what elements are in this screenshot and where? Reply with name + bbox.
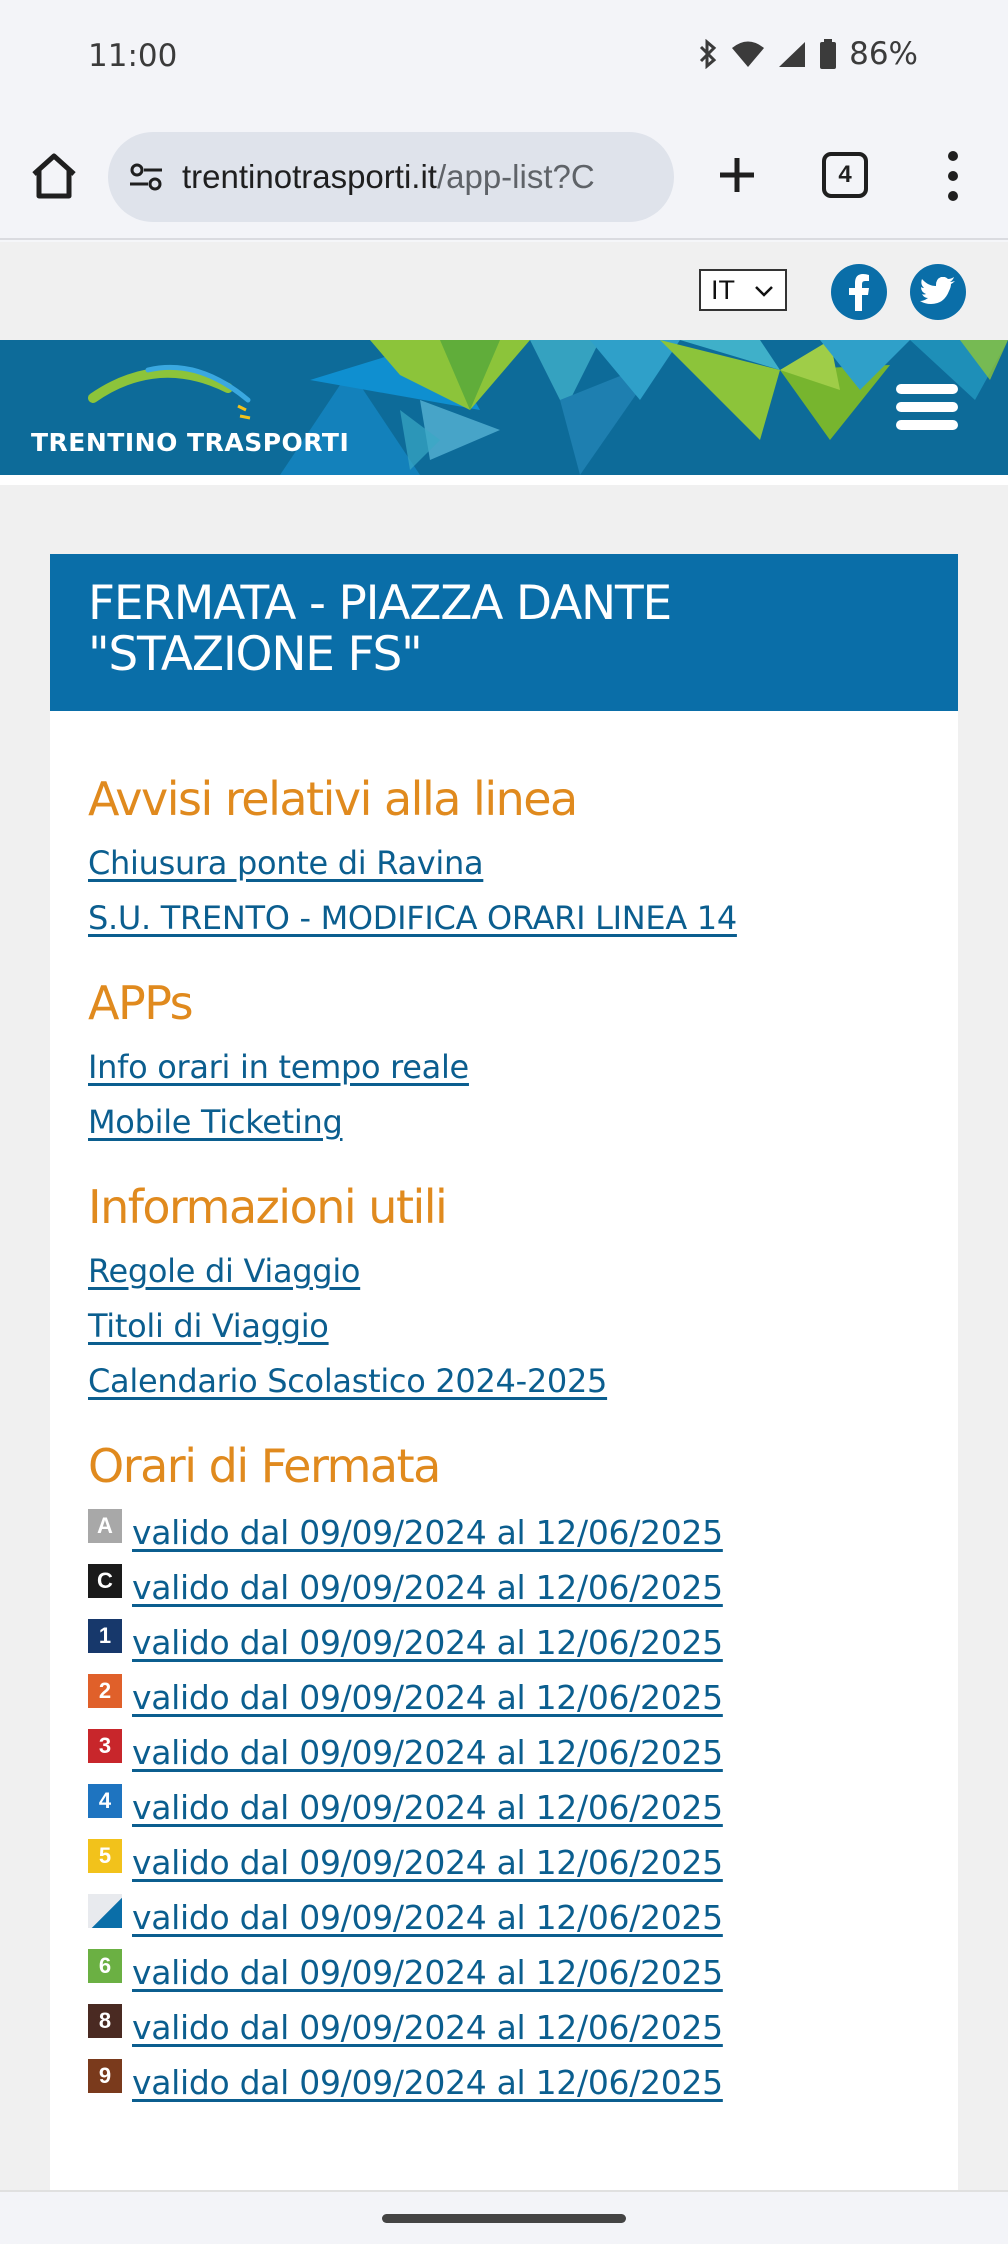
chevron-down-icon xyxy=(755,286,773,297)
link-chiusura-ponte[interactable]: Chiusura ponte di Ravina xyxy=(88,836,958,891)
banner-divider xyxy=(0,475,1008,485)
stop-card-header: FERMATA - PIAZZA DANTE "STAZIONE FS" xyxy=(50,554,958,711)
line-badge: 8 xyxy=(88,2003,122,2038)
schedule-link[interactable]: valido dal 09/09/2024 al 12/06/2025 xyxy=(132,2000,723,2055)
link-modifica-orari[interactable]: S.U. TRENTO - MODIFICA ORARI LINEA 14 xyxy=(88,891,958,946)
line-badge: 5 xyxy=(88,1838,122,1873)
language-value: IT xyxy=(711,274,735,305)
hamburger-menu-icon[interactable] xyxy=(896,384,958,434)
site-settings-icon[interactable] xyxy=(126,157,166,197)
section-heading-apps: APPs xyxy=(88,976,194,1030)
new-tab-icon[interactable] xyxy=(710,148,764,202)
line-badge: 6 xyxy=(88,1948,122,1983)
link-regole-viaggio[interactable]: Regole di Viaggio xyxy=(88,1244,958,1299)
schedule-link[interactable]: valido dal 09/09/2024 al 12/06/2025 xyxy=(132,1780,723,1835)
site-header-banner: TRENTINO TRASPORTI xyxy=(0,340,1008,475)
stop-card: FERMATA - PIAZZA DANTE "STAZIONE FS" Avv… xyxy=(50,554,958,2190)
site-topbar: IT xyxy=(0,242,1008,340)
schedule-link[interactable]: valido dal 09/09/2024 al 12/06/2025 xyxy=(132,1560,723,1615)
line-badge: 1 xyxy=(88,1618,122,1653)
status-bar: 11:00 86% xyxy=(0,0,1008,116)
schedule-row: 4 valido dal 09/09/2024 al 12/06/2025 xyxy=(88,1780,958,1835)
schedule-link[interactable]: valido dal 09/09/2024 al 12/06/2025 xyxy=(132,2055,723,2110)
link-info-orari[interactable]: Info orari in tempo reale xyxy=(88,1040,958,1095)
status-time: 11:00 xyxy=(88,38,178,74)
schedule-row: 5 valido dal 09/09/2024 al 12/06/2025 xyxy=(88,1835,958,1890)
schedule-row: 6 valido dal 09/09/2024 al 12/06/2025 xyxy=(88,1945,958,2000)
browser-toolbar: trentinotrasporti.it/app-list?C 4 xyxy=(0,116,1008,240)
bluetooth-icon xyxy=(700,39,717,69)
gesture-handle[interactable] xyxy=(382,2214,626,2223)
schedule-row: 9 valido dal 09/09/2024 al 12/06/2025 xyxy=(88,2055,958,2110)
site-logo-text[interactable]: TRENTINO TRASPORTI xyxy=(31,428,349,457)
twitter-button[interactable] xyxy=(910,264,966,320)
section-heading-info: Informazioni utili xyxy=(88,1180,448,1234)
schedule-list: Avalido dal 09/09/2024 al 12/06/2025 Cval… xyxy=(88,1505,958,2110)
section-orari: Orari di Fermata Avalido dal 09/09/2024 … xyxy=(50,1439,958,2110)
battery-level: 86% xyxy=(849,36,918,72)
section-info: Informazioni utili Regole di Viaggio Tit… xyxy=(50,1180,958,1409)
tab-switcher-button[interactable]: 4 xyxy=(822,152,868,198)
line-badge: 9 xyxy=(88,2058,122,2093)
section-heading-orari: Orari di Fermata xyxy=(88,1439,441,1493)
section-avvisi: Avvisi relativi alla linea Chiusura pont… xyxy=(50,772,958,946)
schedule-link[interactable]: valido dal 09/09/2024 al 12/06/2025 xyxy=(132,1670,723,1725)
home-icon[interactable] xyxy=(28,150,80,202)
schedule-row: 2 valido dal 09/09/2024 al 12/06/2025 xyxy=(88,1670,958,1725)
logo-icon xyxy=(88,364,251,420)
schedule-link[interactable]: valido dal 09/09/2024 al 12/06/2025 xyxy=(132,1890,723,1945)
section-apps: APPs Info orari in tempo reale Mobile Ti… xyxy=(50,976,958,1150)
link-mobile-ticketing[interactable]: Mobile Ticketing xyxy=(88,1095,958,1150)
wifi-icon xyxy=(732,41,765,67)
schedule-row: Cvalido dal 09/09/2024 al 12/06/2025 xyxy=(88,1560,958,1615)
link-titoli-viaggio[interactable]: Titoli di Viaggio xyxy=(88,1299,958,1354)
status-icons: 86% xyxy=(697,36,918,72)
line-badge: 2 xyxy=(88,1673,122,1708)
section-heading-avvisi: Avvisi relativi alla linea xyxy=(88,772,578,826)
address-bar[interactable]: trentinotrasporti.it/app-list?C xyxy=(108,132,674,222)
schedule-row: valido dal 09/09/2024 al 12/06/2025 xyxy=(88,1890,958,1945)
line-badge: A xyxy=(88,1508,122,1543)
url-text: trentinotrasporti.it/app-list?C xyxy=(182,158,595,196)
url-domain: trentinotrasporti.it xyxy=(182,158,437,195)
more-options-icon[interactable] xyxy=(938,146,968,206)
url-path: /app-list?C xyxy=(436,158,595,195)
schedule-link[interactable]: valido dal 09/09/2024 al 12/06/2025 xyxy=(132,1615,723,1670)
schedule-link[interactable]: valido dal 09/09/2024 al 12/06/2025 xyxy=(132,1725,723,1780)
schedule-link[interactable]: valido dal 09/09/2024 al 12/06/2025 xyxy=(132,1835,723,1890)
link-calendario-scolastico[interactable]: Calendario Scolastico 2024-2025 xyxy=(88,1354,958,1409)
schedule-link[interactable]: valido dal 09/09/2024 al 12/06/2025 xyxy=(132,1945,723,2000)
facebook-icon xyxy=(849,274,869,311)
twitter-icon xyxy=(920,277,955,304)
schedule-row: Avalido dal 09/09/2024 al 12/06/2025 xyxy=(88,1505,958,1560)
line-badge: 3 xyxy=(88,1728,122,1763)
battery-icon xyxy=(820,39,837,69)
stop-title-line1: FERMATA - PIAZZA DANTE xyxy=(88,576,672,631)
signal-icon xyxy=(779,42,806,67)
schedule-row: 3 valido dal 09/09/2024 al 12/06/2025 xyxy=(88,1725,958,1780)
schedule-row: 8 valido dal 09/09/2024 al 12/06/2025 xyxy=(88,2000,958,2055)
facebook-button[interactable] xyxy=(831,264,887,320)
line-badge: C xyxy=(88,1563,122,1598)
stop-title: FERMATA - PIAZZA DANTE "STAZIONE FS" xyxy=(88,578,958,680)
system-nav-bar xyxy=(0,2190,1008,2244)
schedule-link[interactable]: valido dal 09/09/2024 al 12/06/2025 xyxy=(132,1505,723,1560)
line-badge: 4 xyxy=(88,1783,122,1818)
stop-title-line2: "STAZIONE FS" xyxy=(88,627,423,682)
language-select[interactable]: IT xyxy=(699,269,787,311)
line-badge xyxy=(88,1893,122,1928)
schedule-row: 1 valido dal 09/09/2024 al 12/06/2025 xyxy=(88,1615,958,1670)
